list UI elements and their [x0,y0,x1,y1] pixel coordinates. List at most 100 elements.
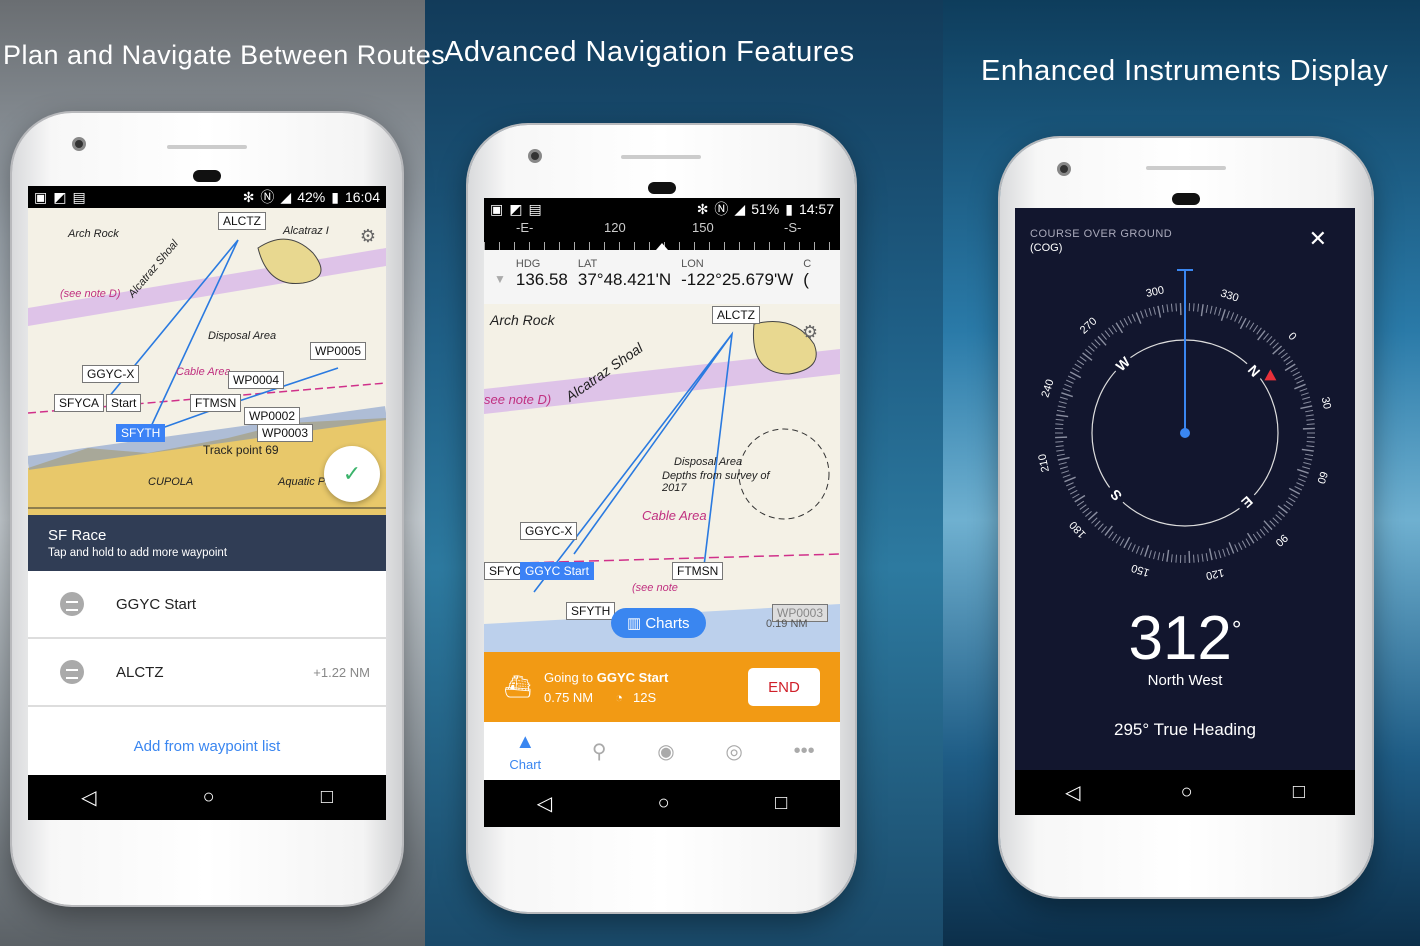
end-navigation-button[interactable]: END [748,668,820,706]
dial-tick [1108,531,1114,539]
waypoint-marker[interactable]: Start [106,394,142,412]
remove-icon[interactable] [60,660,84,684]
home-icon[interactable]: ○ [1181,781,1193,804]
waypoint-list-item[interactable]: ALCTZ +1.22 NM [28,639,386,707]
dial-tick [1055,423,1064,425]
home-icon[interactable]: ○ [203,786,215,809]
dial-tick [1280,352,1288,359]
dial-tick [1278,349,1285,355]
add-from-waypoint-list-link[interactable]: Add from waypoint list [28,738,386,755]
waypoint-name: ALCTZ [116,663,164,681]
back-icon[interactable]: ◁ [537,791,552,816]
dial-tick [1069,371,1082,379]
home-icon[interactable]: ○ [658,792,670,815]
dial-label: 0 [1286,330,1299,343]
dial-tick [1144,545,1150,557]
dial-tick [1263,333,1269,340]
waypoint-marker[interactable]: GGYC-X [520,522,578,540]
dial-tick [1302,466,1311,470]
dial-tick [1266,336,1273,343]
info-hdg: HDG 136.58 [515,258,568,289]
waypoint-marker[interactable]: WP0005 [310,342,367,360]
calendar-icon: ▤ [528,200,542,217]
waypoint-list-item[interactable]: GGYC Start [28,571,386,639]
confirm-route-button[interactable]: ✓ [324,446,380,502]
dial-tick [1104,330,1111,338]
map-label: (see note [632,582,678,594]
dial-tick [1306,418,1315,421]
heading-compass-strip[interactable]: -E- 120 150 -S- [484,220,840,250]
heading-readout: 312° [1015,603,1355,674]
waypoint-marker[interactable]: ALCTZ [712,306,761,324]
flipboard-icon: ◩ [53,188,67,205]
dial-tick [1064,383,1073,388]
dial-tick [1208,548,1213,561]
settings-gear-icon[interactable]: ⚙ [802,322,818,343]
waypoint-marker[interactable]: GGYC-X [82,365,140,383]
remove-icon[interactable] [60,592,84,616]
strip-label: -E- [516,220,534,235]
dial-tick [1101,333,1107,340]
dial-tick [1085,511,1092,517]
dial-tick [1157,305,1162,318]
dial-tick [1218,550,1222,559]
dial-tick [1220,309,1226,321]
android-nav-bar: ◁ ○ □ [1015,770,1355,815]
dial-label: 90 [1273,531,1290,548]
headline-navigation: Advanced Navigation Features [444,36,855,68]
dial-tick [1275,514,1282,521]
waypoint-marker[interactable]: ALCTZ [218,212,267,230]
waypoint-marker-selected[interactable]: SFYTH [116,424,166,442]
dial-label: 150 [1130,561,1151,578]
dial-tick [1135,312,1142,324]
dial-tick [1069,489,1078,495]
tab-instruments[interactable]: ◎ [725,739,742,764]
dial-tick [1082,507,1090,514]
charts-button[interactable]: ▥ Charts [611,608,706,638]
dial-tick [1228,542,1235,554]
compass-dial: 0306090120150180210240270300 330NESW [1036,269,1333,582]
waypoint-marker-selected[interactable]: GGYC Start [520,562,595,580]
waypoint-marker[interactable]: WP0002 [244,407,301,425]
dial-tick [1055,418,1064,421]
dial-tick [1170,303,1173,312]
dial-tick [1097,523,1104,530]
waypoint-marker[interactable]: SFYCA [54,394,105,412]
heading-direction: North West [1147,672,1223,689]
android-nav-bar: ◁ ○ □ [484,780,840,827]
dial-tick [1072,367,1080,373]
dial-tick [1140,547,1144,556]
dial-tick [1062,474,1071,478]
waypoint-marker[interactable]: FTMSN [190,394,242,412]
dial-tick [1059,466,1068,470]
waypoint-marker[interactable]: FTMSN [672,562,724,580]
back-icon[interactable]: ◁ [81,785,96,810]
phone-1: ▣ ◩ ▤ ✻ Ⓝ ◢ 42% ▮ 16:04 Arch Rock Alcatraz Sh… [12,113,402,905]
dial-tick [1285,500,1294,507]
nautical-chart[interactable]: Arch Rock Alcatraz Shoal see note D) Dis… [484,304,840,652]
collapse-caret-icon[interactable]: ▼ [494,272,506,304]
info-lon: LON -122°25.679'W [681,258,794,289]
settings-gear-icon[interactable]: ⚙ [360,226,376,247]
bluetooth-icon: ✻ [242,188,255,205]
dial-tick [1303,401,1312,404]
tab-chart[interactable]: ▲ Chart [509,731,541,772]
dial-tick [1079,504,1087,510]
tab-more[interactable]: ••• [794,740,815,763]
dial-tick [1094,339,1101,346]
info-cog: C( [803,258,812,289]
waypoint-marker[interactable]: SFYTH [566,602,616,620]
map-label: Alcatraz I [283,225,329,237]
tab-routes[interactable]: ◉ [657,739,674,764]
recents-icon[interactable]: □ [775,792,787,815]
recents-icon[interactable]: □ [321,786,333,809]
dial-tick [1076,359,1085,366]
gallery-icon: ▣ [490,200,504,217]
waypoint-marker[interactable]: WP0003 [257,424,314,442]
waypoint-marker[interactable]: WP0004 [228,371,285,389]
close-icon[interactable]: ✕ [1309,226,1327,252]
recents-icon[interactable]: □ [1293,781,1305,804]
back-icon[interactable]: ◁ [1065,780,1080,805]
dial-tick [1061,470,1070,474]
tab-waypoints[interactable]: ⚲ [592,739,607,764]
